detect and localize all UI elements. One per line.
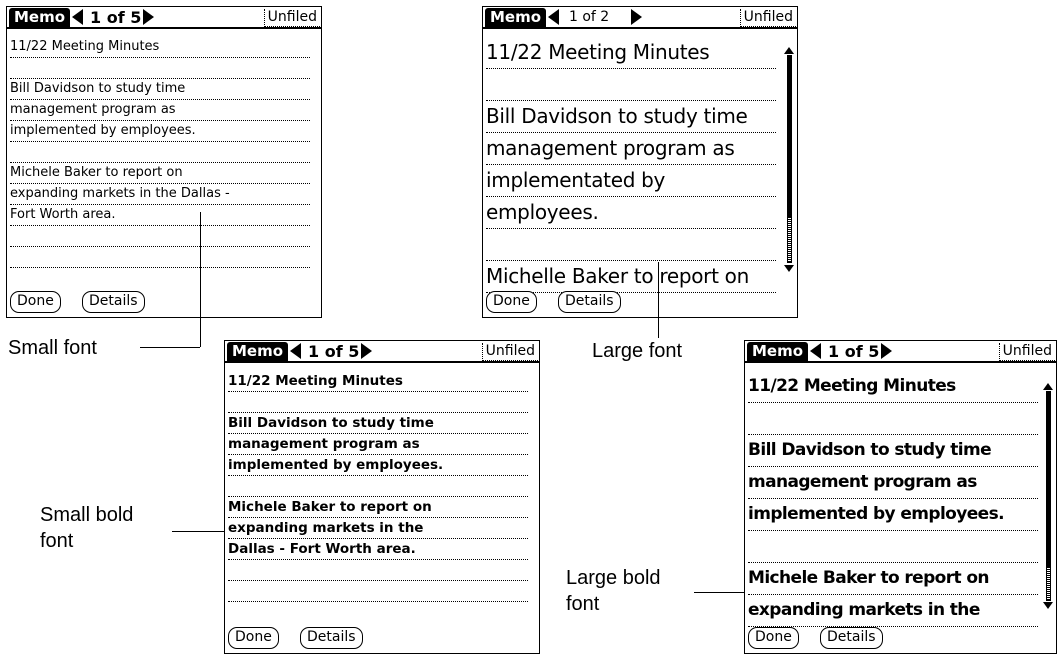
next-memo-arrow-icon[interactable] [361,343,372,359]
memo-line: management program as [748,467,1038,499]
leader-line-large-bold-font [694,592,744,593]
memo-line [748,403,1038,435]
memo-line [228,476,528,497]
memo-line: implementated by [486,165,776,197]
app-title: Memo [485,8,547,27]
memo-line: employees. [486,197,776,229]
memo-line: Bill Davidson to study time [228,413,528,434]
previous-memo-arrow-icon[interactable] [548,9,559,25]
memo-line: Michelle Baker to report on [486,261,776,293]
app-title: Memo [227,342,289,361]
scrollbar-thumb[interactable] [1046,567,1051,601]
memo-line [486,229,776,261]
memo-line: Bill Davidson to study time [486,101,776,133]
memo-line: 11/22 Meeting Minutes [10,37,310,58]
memo-line: management program as [486,133,776,165]
memo-line [10,247,310,268]
memo-line: expanding markets in the Dallas - [10,184,310,205]
done-button[interactable]: Done [228,627,279,649]
memo-text-area[interactable]: 11/22 Meeting Minutes Bill Davidson to s… [486,37,776,293]
category-picker[interactable]: Unfiled [998,343,1055,361]
memo-line: implemented by employees. [228,455,528,476]
memo-screen-large-bold-font: Memo 1 of 5 Unfiled 11/22 Meeting Minute… [744,340,1057,654]
memo-line: implemented by employees. [10,121,310,142]
memo-line: 11/22 Meeting Minutes [486,37,776,69]
memo-line [748,531,1038,563]
previous-memo-arrow-icon[interactable] [290,343,301,359]
details-button[interactable]: Details [558,291,621,313]
memo-line: implemented by employees. [748,499,1038,531]
memo-line: Bill Davidson to study time [748,435,1038,467]
memo-line [228,581,528,602]
previous-memo-arrow-icon[interactable] [72,9,83,25]
app-title: Memo [747,342,809,361]
page-indicator: 1 of 5 [308,342,360,361]
title-divider [225,361,539,363]
memo-line [10,142,310,163]
next-memo-arrow-icon[interactable] [143,9,154,25]
leader-line-large-font [658,262,659,338]
scroll-down-arrow-icon[interactable] [1043,602,1053,609]
memo-line: 11/22 Meeting Minutes [748,371,1038,403]
memo-line [486,69,776,101]
memo-line: Michele Baker to report on [748,563,1038,595]
caption-small-bold-font-line2: font [40,530,74,552]
caption-large-bold-font-line2: font [566,593,600,615]
caption-small-bold-font-line1: Small bold [40,504,134,526]
category-picker[interactable]: Unfiled [263,9,320,27]
memo-line: management program as [10,100,310,121]
memo-line: Fort Worth area. [10,205,310,226]
category-picker[interactable]: Unfiled [739,9,796,27]
memo-line: management program as [228,434,528,455]
memo-screen-large-font: Memo 1 of 2 Unfiled 11/22 Meeting Minute… [482,6,798,318]
memo-line: Michele Baker to report on [10,163,310,184]
scroll-up-arrow-icon[interactable] [784,47,794,54]
memo-text-area[interactable]: 11/22 Meeting Minutes Bill Davidson to s… [10,37,310,268]
memo-line: Bill Davidson to study time [10,79,310,100]
scrollbar-thumb[interactable] [787,217,792,263]
memo-line: 11/22 Meeting Minutes [228,371,528,392]
details-button[interactable]: Details [82,291,145,313]
memo-line [228,560,528,581]
page-indicator: 1 of 5 [828,342,880,361]
memo-text-area[interactable]: 11/22 Meeting Minutes Bill Davidson to s… [228,371,528,602]
leader-line-small-bold-font [172,531,224,532]
done-button[interactable]: Done [10,291,61,313]
memo-line: Michele Baker to report on [228,497,528,518]
memo-line: expanding markets in the [748,595,1038,627]
leader-line-small-font [140,347,200,348]
memo-screen-small-font: Memo 1 of 5 Unfiled 11/22 Meeting Minute… [6,6,322,318]
caption-large-font: Large font [592,340,683,362]
title-divider [7,27,321,29]
details-button[interactable]: Details [820,627,883,649]
page-indicator: 1 of 2 [569,9,610,25]
scrollbar[interactable] [1046,391,1051,567]
memo-line [10,58,310,79]
page-indicator: 1 of 5 [90,8,142,27]
details-button[interactable]: Details [300,627,363,649]
scrollbar[interactable] [787,55,792,217]
done-button[interactable]: Done [486,291,537,313]
memo-line: expanding markets in the [228,518,528,539]
title-divider [745,361,1056,363]
done-button[interactable]: Done [748,627,799,649]
caption-small-font: Small font [8,337,97,359]
next-memo-arrow-icon[interactable] [631,9,642,25]
memo-line: Dallas - Fort Worth area. [228,539,528,560]
category-picker[interactable]: Unfiled [481,343,538,361]
scroll-up-arrow-icon[interactable] [1043,383,1053,390]
memo-line [228,392,528,413]
previous-memo-arrow-icon[interactable] [810,343,821,359]
memo-text-area[interactable]: 11/22 Meeting Minutes Bill Davidson to s… [748,371,1038,627]
leader-line-small-font [200,212,201,347]
memo-screen-small-bold-font: Memo 1 of 5 Unfiled 11/22 Meeting Minute… [224,340,540,654]
caption-large-bold-font-line1: Large bold [566,567,661,589]
title-divider [483,27,797,29]
scroll-down-arrow-icon[interactable] [784,265,794,272]
app-title: Memo [9,8,71,27]
memo-line [10,226,310,247]
next-memo-arrow-icon[interactable] [881,343,892,359]
